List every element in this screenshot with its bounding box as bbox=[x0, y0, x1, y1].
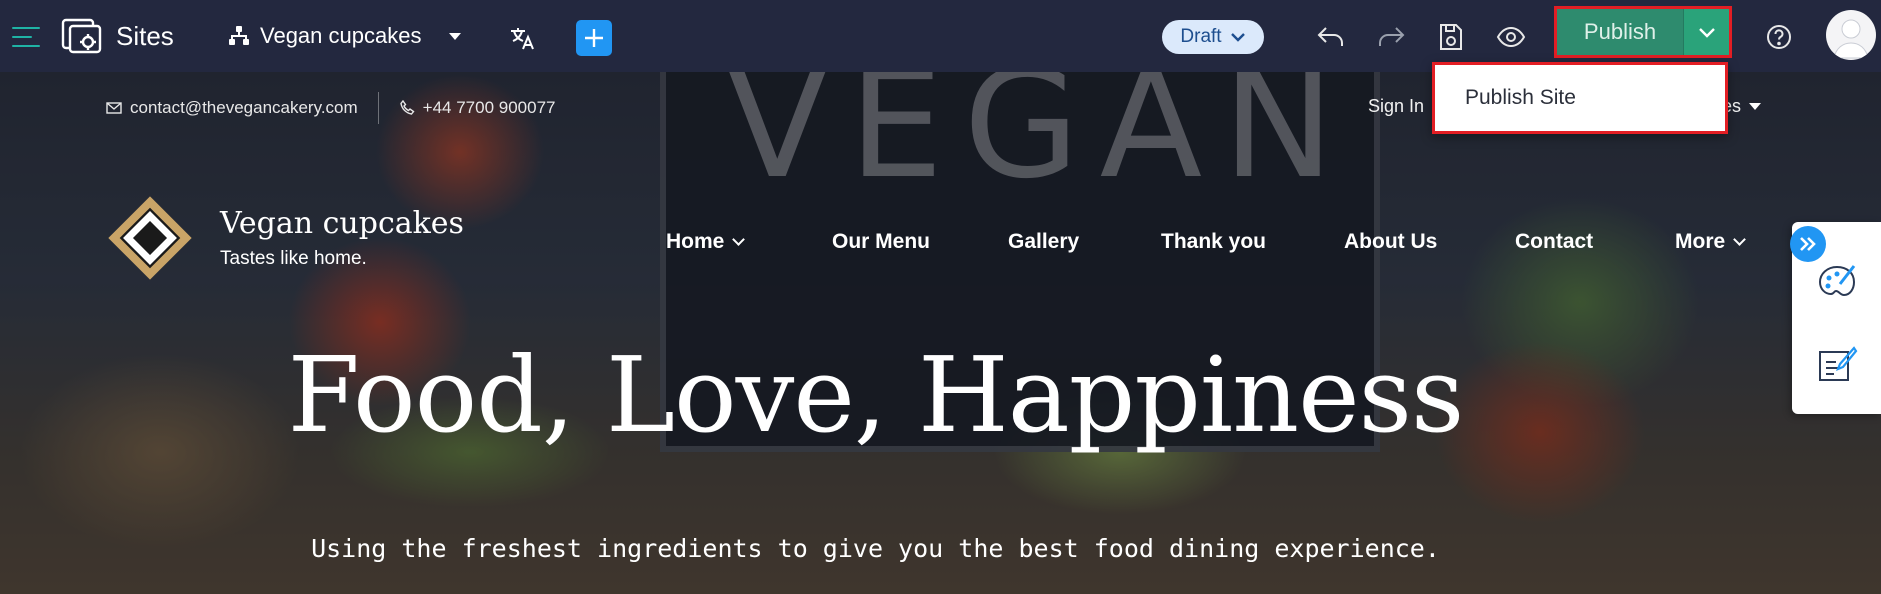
design-palette-icon bbox=[1818, 265, 1856, 297]
chevron-down-icon bbox=[1230, 33, 1245, 42]
nav-more[interactable]: More bbox=[1675, 230, 1747, 254]
undo-button[interactable] bbox=[1312, 18, 1350, 56]
chevron-down-icon bbox=[732, 233, 746, 246]
edit-content-icon bbox=[1819, 346, 1858, 381]
hamburger-menu-icon[interactable] bbox=[12, 22, 42, 52]
nav-label: Thank you bbox=[1161, 230, 1267, 253]
sign-in-link[interactable]: Sign In bbox=[1368, 96, 1424, 117]
site-preview-canvas[interactable]: VEGAN contact@thevegancakery.com +44 770… bbox=[0, 72, 1881, 594]
divider bbox=[377, 92, 379, 124]
status-label: Draft bbox=[1180, 26, 1222, 47]
help-icon bbox=[1767, 25, 1791, 49]
nav-home[interactable]: Home bbox=[666, 230, 746, 254]
contact-email[interactable]: contact@thevegancakery.com bbox=[106, 98, 358, 118]
status-badge[interactable]: Draft bbox=[1162, 20, 1264, 54]
undo-icon bbox=[1317, 27, 1343, 46]
publish-button[interactable]: Publish bbox=[1557, 9, 1683, 55]
nav-label: Home bbox=[666, 230, 725, 253]
publish-button-group: Publish bbox=[1554, 6, 1732, 58]
user-avatar[interactable] bbox=[1826, 10, 1876, 60]
publish-options-toggle[interactable] bbox=[1683, 9, 1729, 55]
chevron-down-icon bbox=[1733, 233, 1747, 246]
nav-label: About Us bbox=[1344, 230, 1438, 253]
add-element-button[interactable] bbox=[576, 20, 612, 56]
phone-icon bbox=[399, 100, 415, 115]
caret-down-icon bbox=[1749, 103, 1762, 110]
save-button[interactable] bbox=[1432, 18, 1470, 56]
translate-icon[interactable] bbox=[506, 22, 538, 54]
plus-icon bbox=[585, 29, 603, 47]
nav-about-us[interactable]: About Us bbox=[1344, 230, 1437, 254]
design-button[interactable] bbox=[1816, 262, 1858, 304]
site-switcher[interactable]: Vegan cupcakes bbox=[228, 18, 462, 54]
save-icon bbox=[1440, 24, 1462, 50]
redo-icon bbox=[1379, 27, 1405, 46]
nav-gallery[interactable]: Gallery bbox=[1008, 230, 1079, 254]
site-name: Vegan cupcakes bbox=[260, 23, 422, 48]
edit-content-button[interactable] bbox=[1816, 344, 1858, 386]
hero-overlay bbox=[0, 72, 1881, 594]
user-icon bbox=[1833, 19, 1869, 59]
contact-bar: contact@thevegancakery.com +44 7700 9000… bbox=[106, 92, 556, 124]
email-text: contact@thevegancakery.com bbox=[130, 98, 358, 117]
nav-label: Contact bbox=[1515, 230, 1594, 253]
sites-icon bbox=[60, 16, 104, 56]
editor-side-panel bbox=[1790, 222, 1881, 414]
app-title: Sites bbox=[116, 20, 174, 51]
sitemap-icon bbox=[229, 26, 249, 45]
publish-dropdown: Publish Site bbox=[1432, 62, 1728, 134]
redo-button[interactable] bbox=[1372, 18, 1410, 56]
preview-eye-icon bbox=[1496, 26, 1526, 48]
nav-our-menu[interactable]: Our Menu bbox=[832, 230, 930, 254]
preview-button[interactable] bbox=[1492, 18, 1530, 56]
expand-panel-button[interactable] bbox=[1790, 226, 1826, 262]
nav-label: More bbox=[1675, 230, 1726, 253]
contact-phone[interactable]: +44 7700 900077 bbox=[399, 98, 556, 118]
expand-icon bbox=[1800, 237, 1816, 251]
main-navigation: Home Our Menu Gallery Thank you About Us… bbox=[0, 230, 1881, 260]
nav-thank-you[interactable]: Thank you bbox=[1161, 230, 1266, 254]
nav-label: Our Menu bbox=[832, 230, 930, 253]
chevron-down-icon bbox=[1698, 28, 1715, 38]
hero-title[interactable]: Food, Love, Happiness bbox=[0, 334, 1881, 456]
publish-site-menu-item[interactable]: Publish Site bbox=[1465, 86, 1576, 110]
caret-down-icon bbox=[449, 32, 462, 40]
phone-text: +44 7700 900077 bbox=[422, 98, 556, 117]
nav-label: Gallery bbox=[1008, 230, 1080, 253]
help-button[interactable] bbox=[1760, 18, 1798, 56]
mail-icon bbox=[106, 102, 122, 114]
hero-subtitle[interactable]: Using the freshest ingredients to give y… bbox=[0, 534, 1881, 563]
nav-contact[interactable]: Contact bbox=[1515, 230, 1593, 254]
